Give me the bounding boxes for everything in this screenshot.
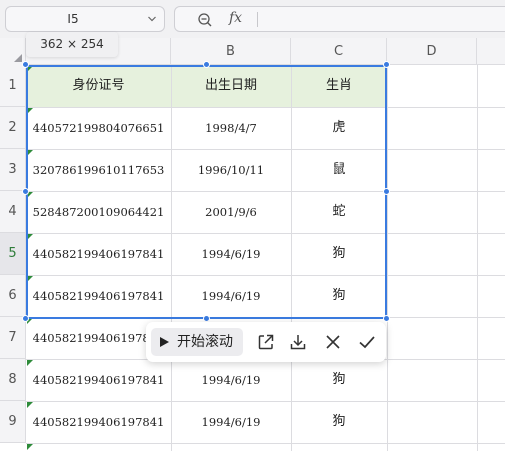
text-number-indicator-icon <box>27 360 33 366</box>
fx-icon[interactable]: fx <box>229 10 242 26</box>
resize-handle[interactable] <box>22 315 29 322</box>
check-icon[interactable] <box>357 332 377 352</box>
row-header-5[interactable]: 5 <box>0 233 26 275</box>
row-header-7[interactable]: 7 <box>0 317 26 359</box>
start-scroll-button[interactable]: 开始滚动 <box>151 328 243 356</box>
resize-handle[interactable] <box>383 315 390 322</box>
row-header-9[interactable]: 9 <box>0 401 26 443</box>
resize-handle[interactable] <box>22 188 29 195</box>
download-icon[interactable] <box>288 332 308 352</box>
close-icon[interactable] <box>323 332 343 352</box>
open-external-icon[interactable] <box>256 332 276 352</box>
resize-handle[interactable] <box>383 188 390 195</box>
chevron-down-icon[interactable] <box>148 15 156 23</box>
row-header-3[interactable]: 3 <box>0 149 26 191</box>
row-header-8[interactable]: 8 <box>0 359 26 401</box>
cell-id[interactable]: 440582199406197841 <box>26 401 171 443</box>
corner-triangle-icon <box>14 54 22 62</box>
column-header-d[interactable]: D <box>387 38 477 65</box>
text-number-indicator-icon <box>27 444 33 450</box>
cell-zodiac[interactable]: 狗 <box>291 359 387 401</box>
cell-zodiac[interactable]: 狗 <box>291 401 387 443</box>
cell-date[interactable]: 1994/6/19 <box>171 359 291 401</box>
play-icon <box>160 337 169 347</box>
grid-line <box>26 443 505 444</box>
column-header-c[interactable]: C <box>291 38 387 65</box>
resize-handle[interactable] <box>383 61 390 68</box>
formula-input[interactable]: fx <box>174 6 505 32</box>
cell-id[interactable]: 440582199406197841 <box>26 359 171 401</box>
screenshot-selection[interactable] <box>26 65 387 319</box>
zoom-in-icon[interactable] <box>197 12 213 28</box>
resize-handle[interactable] <box>203 61 210 68</box>
select-all-corner[interactable] <box>0 38 26 65</box>
resize-handle[interactable] <box>22 61 29 68</box>
grid-line <box>477 65 478 451</box>
cell-date[interactable]: 1994/6/19 <box>171 401 291 443</box>
row-header-4[interactable]: 4 <box>0 191 26 233</box>
row-header-2[interactable]: 2 <box>0 107 26 149</box>
text-number-indicator-icon <box>27 402 33 408</box>
divider <box>257 12 258 27</box>
capture-toolbar: 开始滚动 <box>146 322 386 362</box>
row-header-6[interactable]: 6 <box>0 275 26 317</box>
start-scroll-label: 开始滚动 <box>177 334 233 350</box>
column-header-b[interactable]: B <box>171 38 291 65</box>
cell-reference: I5 <box>67 12 79 26</box>
row-header-1[interactable]: 1 <box>0 65 26 107</box>
grid-line <box>387 65 388 451</box>
selection-size-badge: 362 × 254 <box>26 32 118 57</box>
resize-handle[interactable] <box>203 315 210 322</box>
name-box[interactable]: I5 <box>5 6 165 32</box>
